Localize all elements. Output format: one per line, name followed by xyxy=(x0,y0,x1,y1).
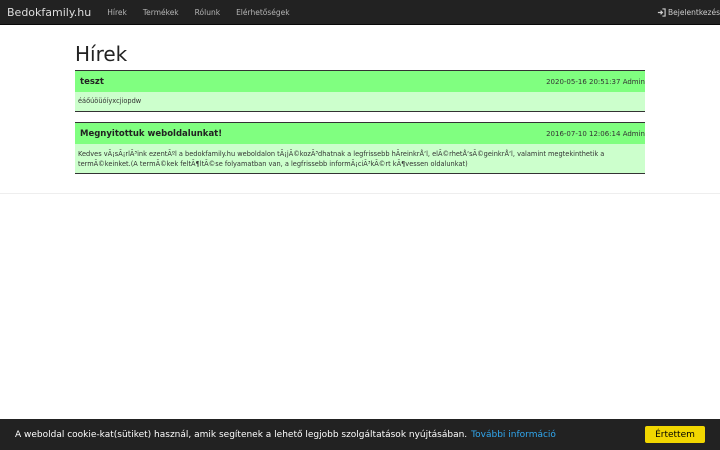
page-title: Hírek xyxy=(75,42,128,66)
cookie-consent-bar: A weboldal cookie-kat(sütiket) használ, … xyxy=(0,419,720,450)
nav-link-rolunk[interactable]: Rólunk xyxy=(195,8,220,17)
news-author: Admin xyxy=(622,77,645,86)
news-title: teszt xyxy=(80,76,104,87)
cookie-more-info-link[interactable]: További információ xyxy=(471,430,556,440)
news-body: Kedves vÃ¡sÃ¡rlÃ³ink ezentÃºl a bedokfam… xyxy=(78,150,605,168)
news-header: Megnyitottuk weboldalunkat! 2016-07-10 1… xyxy=(75,123,645,144)
login-link[interactable]: Bejelentkezés xyxy=(657,0,720,25)
news-datetime: 2020-05-16 20:51:37 xyxy=(546,77,621,86)
news-body: éáőúöüóíyxcjiopdw xyxy=(78,97,142,105)
news-meta: 2016-07-10 12:06:14 Admin xyxy=(546,130,645,138)
top-navbar: Bedokfamily.hu Hírek Termékek Rólunk Elé… xyxy=(0,0,720,25)
news-author: Admin xyxy=(622,129,645,138)
login-icon xyxy=(657,8,666,17)
cookie-accept-button[interactable]: Értettem xyxy=(645,426,705,443)
news-item: Megnyitottuk weboldalunkat! 2016-07-10 1… xyxy=(75,122,645,174)
news-meta: 2020-05-16 20:51:37 Admin xyxy=(546,78,645,86)
cookie-message: A weboldal cookie-kat(sütiket) használ, … xyxy=(15,429,468,440)
news-item: teszt 2020-05-16 20:51:37 Admin éáőúöüóí… xyxy=(75,70,645,112)
login-label: Bejelentkezés xyxy=(668,8,720,17)
news-header: teszt 2020-05-16 20:51:37 Admin xyxy=(75,71,645,92)
news-datetime: 2016-07-10 12:06:14 xyxy=(546,129,621,138)
news-title: Megnyitottuk weboldalunkat! xyxy=(80,128,223,139)
brand-link[interactable]: Bedokfamily.hu xyxy=(0,6,91,19)
nav-link-termekek[interactable]: Termékek xyxy=(143,8,179,17)
nav-link-hirek[interactable]: Hírek xyxy=(107,8,127,17)
nav-link-elerhetosegek[interactable]: Elérhetőségek xyxy=(236,8,290,17)
